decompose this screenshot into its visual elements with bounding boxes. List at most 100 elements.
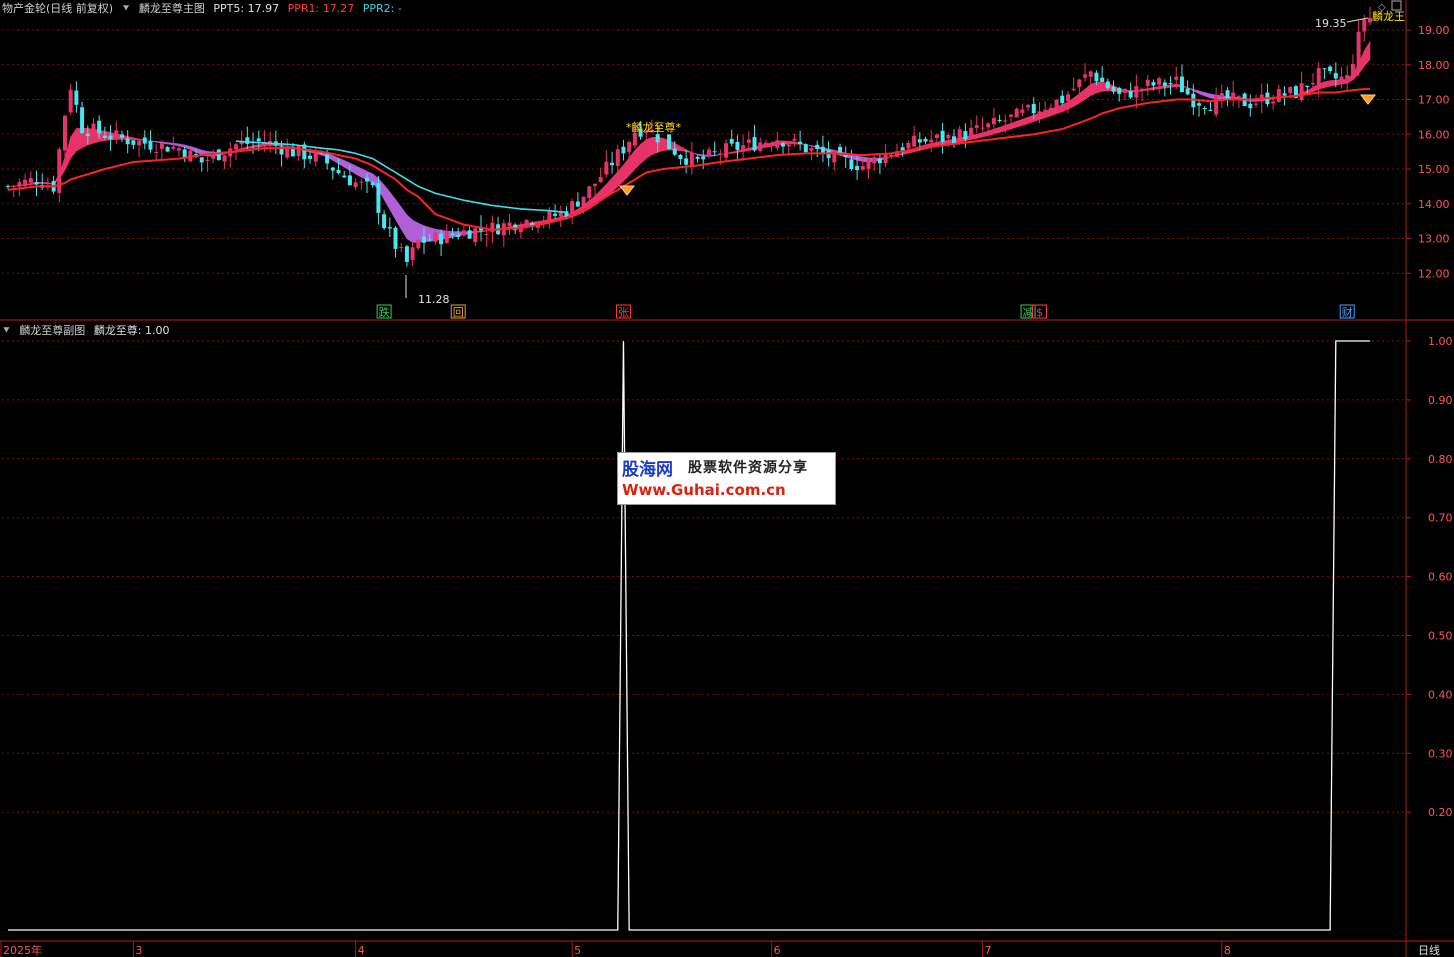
collapse-icon[interactable]: ⯆ xyxy=(122,2,131,15)
ppr2-value: PPR2: - xyxy=(362,2,402,15)
candle-body xyxy=(838,146,843,153)
candle xyxy=(68,83,73,116)
candle-body xyxy=(359,181,364,183)
candle xyxy=(1100,65,1105,83)
signal-label: *麟龙至尊* xyxy=(626,120,681,134)
candle-body xyxy=(62,115,67,151)
sub-ytick-label: 1.00 xyxy=(1428,335,1453,348)
ribbon-segment xyxy=(1096,81,1103,94)
ribbon-segment xyxy=(1324,80,1331,88)
candle-body xyxy=(114,130,119,137)
candle-body xyxy=(1174,76,1179,80)
candle-body xyxy=(461,230,466,236)
year-label: 2025年 xyxy=(3,943,42,957)
candle xyxy=(781,142,786,154)
candle xyxy=(159,140,164,160)
candle-body xyxy=(422,236,427,243)
candle-body xyxy=(724,143,729,158)
candle-body xyxy=(792,138,797,141)
candle xyxy=(786,143,791,154)
marker-label: 跌 xyxy=(379,305,390,319)
candle-body xyxy=(951,136,956,144)
candle-body xyxy=(991,117,996,125)
candle xyxy=(461,224,466,237)
candle-body xyxy=(1288,87,1293,93)
candle-body xyxy=(997,120,1002,122)
ribbon-segment xyxy=(856,155,864,163)
candle-body xyxy=(325,154,330,164)
sub-indicator-name[interactable]: 麟龙至尊副图 xyxy=(19,324,85,337)
ribbon-segment xyxy=(406,214,413,244)
ribbon-segment xyxy=(167,142,174,146)
ribbon-segment xyxy=(697,153,704,157)
candle-body xyxy=(1276,89,1281,102)
candle xyxy=(820,135,825,162)
candle-body xyxy=(592,183,597,186)
candle-body xyxy=(433,232,438,242)
candle xyxy=(866,157,871,179)
ribbon-segment xyxy=(1198,90,1206,97)
candle-body xyxy=(137,140,142,146)
candle xyxy=(11,184,16,198)
candle xyxy=(268,131,273,153)
candle-body xyxy=(382,214,387,229)
ribbon-segment xyxy=(1073,93,1080,107)
candle-body xyxy=(410,247,415,260)
collapse-icon[interactable]: ⯆ xyxy=(2,324,11,337)
candle xyxy=(969,119,974,139)
ribbon-segment xyxy=(355,165,362,178)
candle-body xyxy=(763,142,768,145)
candle-body xyxy=(667,134,672,150)
ribbon-segment xyxy=(731,150,738,154)
candle-body xyxy=(1168,83,1173,85)
ribbon-segment xyxy=(332,155,339,165)
main-ytick-label: 18.00 xyxy=(1418,59,1450,72)
candle xyxy=(997,114,1002,123)
sub-ytick-label: 0.80 xyxy=(1428,453,1453,466)
candle-body xyxy=(6,185,10,187)
candle xyxy=(131,140,136,150)
candle-body xyxy=(1362,19,1367,32)
ribbon-segment xyxy=(389,191,396,221)
main-ytick-label: 17.00 xyxy=(1418,94,1450,107)
sub-header: ⯆ 麟龙至尊副图 麟龙至尊: 1.00 xyxy=(2,322,175,337)
stock-title[interactable]: 物产金轮(日线 前复权) xyxy=(2,2,113,15)
candle-body xyxy=(444,230,449,244)
candle-body xyxy=(1208,109,1213,111)
candle-body xyxy=(1179,76,1184,93)
candle-body xyxy=(1031,103,1036,114)
candle-body xyxy=(860,165,865,170)
candle xyxy=(1026,103,1031,112)
candle-body xyxy=(963,131,968,140)
candle-body xyxy=(1071,88,1076,91)
candle xyxy=(399,242,404,253)
ribbon-segment xyxy=(400,206,408,240)
candle xyxy=(382,210,387,231)
candle-body xyxy=(718,153,723,155)
candle xyxy=(216,148,221,161)
main-ytick-label: 14.00 xyxy=(1418,198,1450,211)
candle-body xyxy=(581,196,586,209)
marker-label: 张 xyxy=(618,306,629,319)
candle xyxy=(404,244,409,267)
candle-body xyxy=(376,183,381,213)
candle-body xyxy=(125,138,130,145)
ribbon-segment xyxy=(338,157,345,168)
candle-body xyxy=(746,139,751,143)
candle xyxy=(23,173,28,189)
candle xyxy=(877,153,882,175)
candle xyxy=(1322,68,1327,80)
candle-body xyxy=(758,142,763,151)
candle-body xyxy=(222,155,227,162)
candle xyxy=(1197,100,1202,117)
ribbon-segment xyxy=(1364,40,1371,68)
candle xyxy=(353,178,358,190)
watermark-banner: 股海网 股票软件资源分享 Www.Guhai.com.cn xyxy=(617,452,836,505)
xtick-label: 7 xyxy=(984,944,991,957)
candle-body xyxy=(1236,95,1241,97)
candle-body xyxy=(752,136,757,151)
candle-body xyxy=(1356,31,1361,67)
main-indicator-name[interactable]: 麟龙至尊主图 xyxy=(139,2,205,15)
candle-body xyxy=(1254,103,1259,105)
candle-body xyxy=(74,90,79,105)
